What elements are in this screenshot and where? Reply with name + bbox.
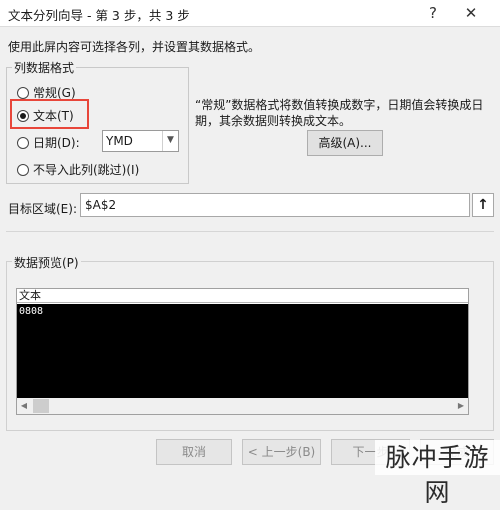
title-bar: 文本分列向导 - 第 3 步，共 3 步 ? ✕ <box>0 0 500 27</box>
date-format-select[interactable]: YMD ▼ <box>102 130 179 152</box>
radio-date[interactable]: 日期(D): <box>17 134 80 151</box>
radio-skip-label: 不导入此列(跳过)(I) <box>33 163 140 177</box>
column-format-legend: 列数据格式 <box>12 59 77 76</box>
help-icon[interactable]: ? <box>420 2 446 24</box>
radio-date-label: 日期(D): <box>33 136 80 150</box>
date-format-value: YMD <box>106 134 133 148</box>
scroll-left-icon[interactable]: ◀ <box>18 401 30 411</box>
divider <box>6 231 494 232</box>
arrow-up-icon: ↑ <box>477 197 489 213</box>
collapse-dialog-button[interactable]: ↑ <box>472 193 494 217</box>
highlight-box <box>10 99 89 129</box>
chevron-down-icon[interactable]: ▼ <box>162 131 178 151</box>
radio-button-icon <box>17 136 29 149</box>
radio-button-icon <box>17 163 29 176</box>
preview-cell: 0808 <box>19 306 44 317</box>
preview-selected-column[interactable] <box>17 304 468 398</box>
destination-value: $A$2 <box>85 198 117 212</box>
close-icon[interactable]: ✕ <box>458 2 484 24</box>
back-button[interactable]: < 上一步(B) <box>242 439 321 465</box>
destination-label: 目标区域(E): <box>8 202 77 216</box>
radio-button-icon <box>17 86 29 99</box>
window-title: 文本分列向导 - 第 3 步，共 3 步 <box>8 8 190 23</box>
radio-skip-column[interactable]: 不导入此列(跳过)(I) <box>17 161 139 178</box>
preview-column-header[interactable]: 文本 <box>17 289 468 303</box>
instruction-text: 使用此屏内容可选择各列，并设置其数据格式。 <box>8 40 261 54</box>
advanced-button[interactable]: 高级(A)... <box>307 130 383 156</box>
destination-input[interactable]: $A$2 <box>80 193 470 217</box>
scroll-right-icon[interactable]: ▶ <box>455 401 467 411</box>
horizontal-scrollbar[interactable] <box>17 398 468 414</box>
format-description: “常规”数据格式将数值转换成数字，日期值会转换成日期，其余数据则转换成文本。 <box>195 98 484 128</box>
scrollbar-thumb[interactable] <box>33 399 49 413</box>
watermark: 脉冲手游网 <box>375 440 500 507</box>
text-import-wizard-dialog: 文本分列向导 - 第 3 步，共 3 步 ? ✕ 使用此屏内容可选择各列，并设置… <box>0 0 500 507</box>
data-preview-label: 数据预览(P) <box>12 254 81 271</box>
cancel-button[interactable]: 取消 <box>156 439 232 465</box>
